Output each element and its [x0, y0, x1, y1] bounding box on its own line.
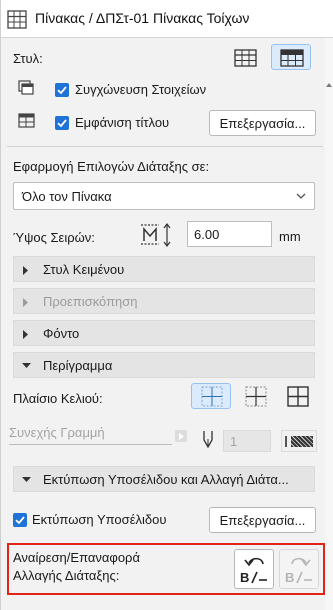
panel-title: Πίνακας / ΔΠΣτ-01 Πίνακας Τοίχων [35, 10, 250, 26]
section-background[interactable]: Φόντο [13, 320, 315, 346]
apply-options-label: Εφαρμογή Επιλογών Διάταξης σε: [13, 159, 210, 174]
row-height-unit: mm [279, 229, 301, 244]
show-title-checkbox[interactable] [55, 116, 69, 130]
table-title-icon [18, 113, 35, 128]
redo-icon: B [285, 557, 312, 585]
svg-text:B: B [240, 570, 249, 585]
section-print-footer-label: Εκτύπωση Υποσέλιδου και Αλλαγή Διάτα... [43, 472, 289, 487]
section-text-style[interactable]: Στυλ Κειμένου [13, 256, 315, 282]
print-footer-label: Εκτύπωση Υποσέλιδου [32, 512, 167, 527]
line-type-dropdown [175, 430, 187, 442]
scroll-up-arrow-icon[interactable] [326, 82, 332, 88]
svg-text:B: B [285, 570, 294, 585]
merge-elements-label: Συγχώνευση Στοιχείων [75, 82, 207, 97]
merge-elements-icon [18, 80, 34, 95]
cell-frame-label: Πλαίσιο Κελιού: [13, 391, 103, 406]
line-type-field: Συνεχής Γραμμή [9, 423, 172, 445]
checkmark-icon [15, 516, 25, 525]
apply-options-value: Όλο τον Πίνακα [22, 189, 112, 204]
undo-redo-label-line2: Αλλαγής Διάταξης: [13, 568, 120, 583]
edit-footer-button[interactable]: Επεξεργασία... [209, 507, 316, 533]
chevron-right-icon [23, 330, 28, 339]
row-height-value: 6.00 [194, 227, 220, 242]
merge-elements-checkbox[interactable] [55, 83, 69, 97]
hatch-pattern-icon [291, 436, 313, 447]
chevron-right-icon [23, 298, 28, 307]
scrollbar[interactable] [325, 38, 333, 610]
cell-frame-outer-button[interactable] [235, 383, 275, 409]
layout-settings-panel: Πίνακας / ΔΠΣτ-01 Πίνακας Τοίχων Στυλ: Σ… [0, 0, 333, 610]
row-height-label: Ύψος Σειρών: [13, 230, 95, 245]
print-footer-checkbox[interactable] [13, 513, 27, 527]
chevron-right-icon [179, 433, 184, 440]
cell-frame-inner-button[interactable] [191, 383, 231, 409]
section-print-footer[interactable]: Εκτύπωση Υποσέλιδου και Αλλαγή Διάτα... [13, 466, 315, 492]
style-header-button[interactable] [271, 44, 311, 70]
section-preview: Προεπισκόπηση [13, 288, 315, 314]
pen-icon [203, 431, 213, 449]
apply-options-select[interactable]: Όλο τον Πίνακα [13, 182, 315, 210]
cell-frame-all-button[interactable] [277, 383, 317, 409]
pen-color-swatch [281, 430, 317, 452]
row-height-input[interactable]: 6.00 [187, 221, 272, 247]
chevron-down-icon [296, 193, 306, 199]
table-icon [7, 10, 27, 29]
divider [7, 146, 323, 147]
pen-value: 1 [230, 434, 238, 449]
section-preview-label: Προεπισκόπηση [43, 294, 138, 309]
chevron-down-icon [22, 363, 31, 368]
section-background-label: Φόντο [43, 326, 80, 341]
row-height-icon [141, 223, 171, 247]
outer-border-icon [245, 386, 267, 407]
section-border[interactable]: Περίγραμμα [13, 352, 315, 378]
style-plain-button[interactable] [225, 44, 265, 70]
pen-input: 1 [223, 430, 271, 452]
checkmark-icon [57, 86, 67, 95]
panel-title-bar: Πίνακας / ΔΠΣτ-01 Πίνακας Τοίχων [1, 0, 333, 38]
undo-redo-label-line1: Αναίρεση/Επαναφορά [13, 550, 140, 565]
section-text-style-label: Στυλ Κειμένου [43, 262, 125, 277]
chevron-right-icon [23, 266, 28, 275]
redo-layout-button: B [279, 549, 319, 589]
grid-table-icon [234, 49, 257, 67]
edit-title-button[interactable]: Επεξεργασία... [209, 110, 316, 136]
all-borders-icon [287, 386, 309, 407]
checkmark-icon [57, 119, 67, 128]
section-border-label: Περίγραμμα [43, 358, 113, 373]
undo-icon: B [240, 557, 267, 585]
line-type-value: Συνεχής Γραμμή [9, 425, 105, 440]
chevron-down-icon [22, 477, 31, 482]
style-label: Στυλ: [13, 51, 43, 66]
inner-border-icon [201, 386, 223, 407]
grid-header-table-icon [280, 49, 304, 67]
show-title-label: Εμφάνιση τίτλου [75, 115, 170, 130]
undo-layout-button[interactable]: B [234, 549, 274, 589]
